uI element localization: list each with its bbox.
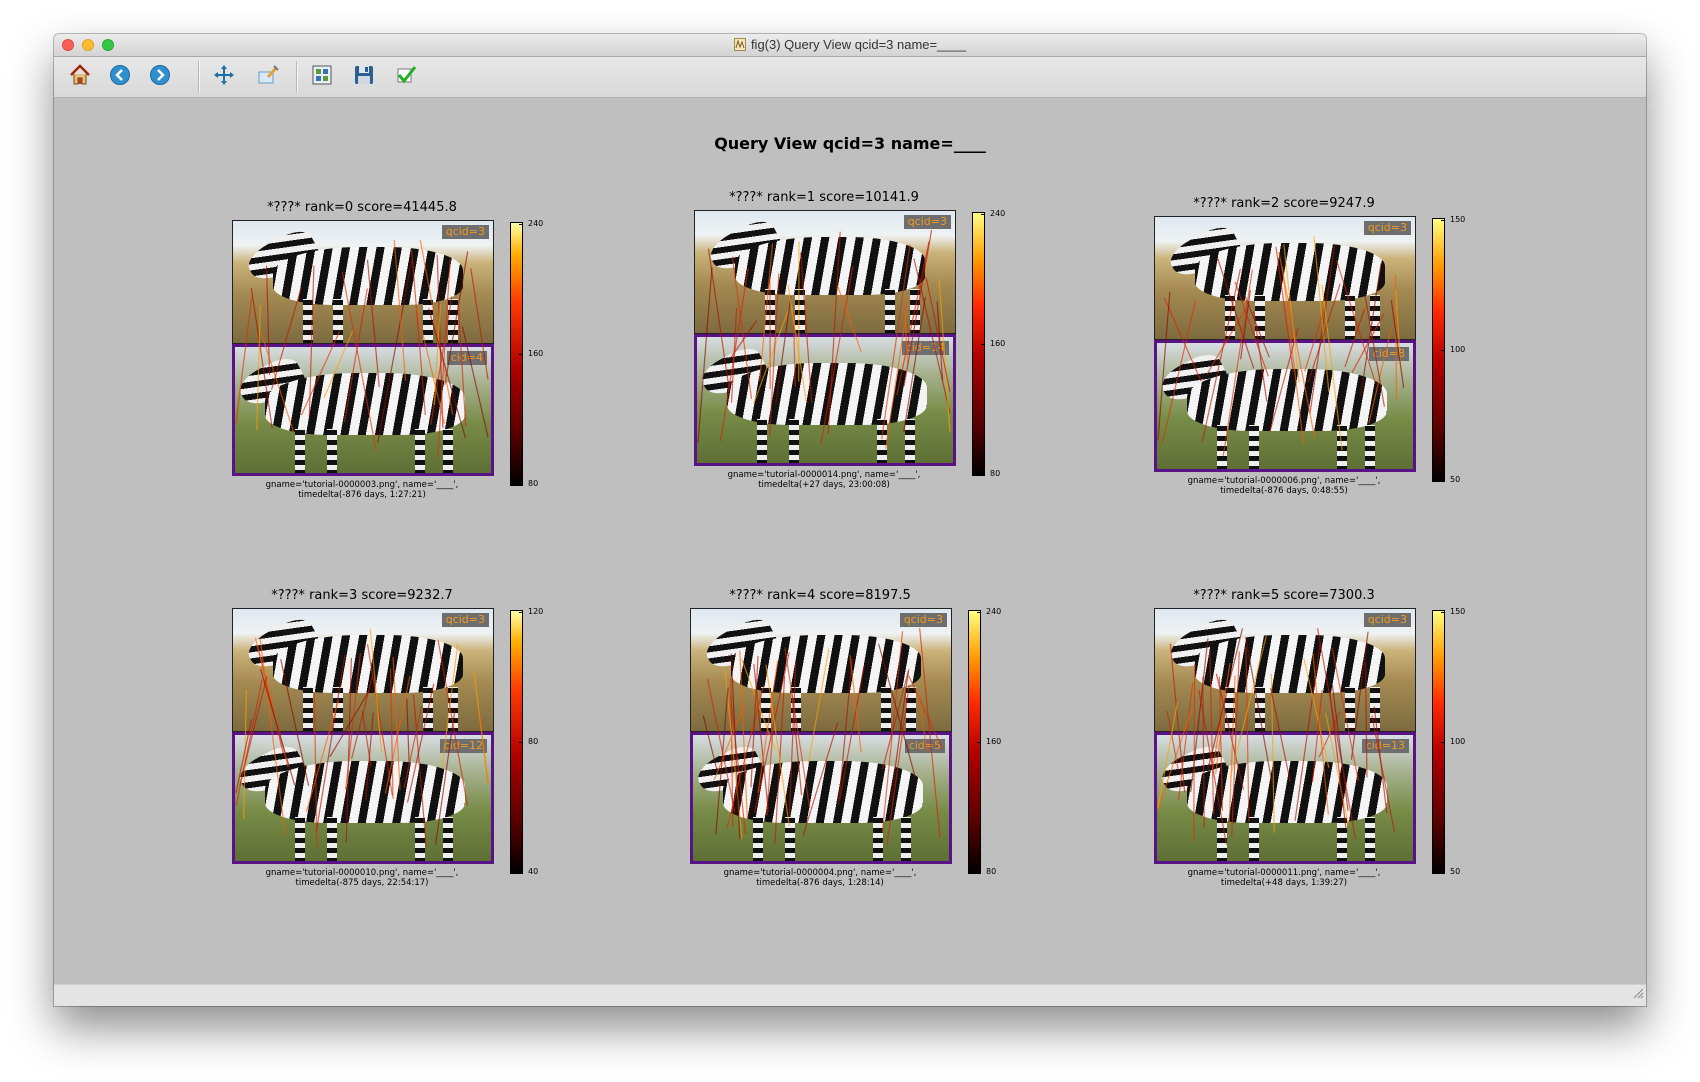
match-image: cid=14 bbox=[694, 334, 956, 466]
image-caption: gname='tutorial-0000011.png', name='____… bbox=[1187, 868, 1381, 888]
colorbar-tick-mid: 80 bbox=[528, 737, 539, 746]
match-cid-label: cid=8 bbox=[1368, 347, 1409, 361]
query-cid-label: qcid=3 bbox=[441, 613, 489, 627]
match-panel: *???* rank=1 score=10141.9 qcid=3 cid=14 gn… bbox=[674, 190, 1054, 510]
home-icon bbox=[68, 63, 92, 92]
back-arrow-icon bbox=[109, 64, 131, 91]
colorbar-tick-bottom: 50 bbox=[1450, 475, 1461, 484]
figure-window: fig(3) Query View qcid=3 name=____ Query… bbox=[54, 34, 1646, 1006]
query-cid-label: qcid=3 bbox=[441, 225, 489, 239]
figure-canvas[interactable]: Query View qcid=3 name=____ *???* rank=0… bbox=[54, 98, 1646, 985]
colorbar-tick-bottom: 80 bbox=[986, 867, 997, 876]
floppy-save-icon bbox=[352, 63, 376, 92]
colorbar-tick-top: 150 bbox=[1450, 215, 1466, 224]
colorbar-tick-mid: 100 bbox=[1450, 345, 1466, 354]
image-pair: qcid=3 cid=4 bbox=[232, 220, 494, 476]
colorbar-tick-top: 240 bbox=[986, 607, 1002, 616]
forward-button[interactable] bbox=[146, 63, 174, 91]
match-cid-label: cid=12 bbox=[439, 739, 487, 753]
checkmark-icon bbox=[394, 63, 418, 92]
match-cid-label: cid=14 bbox=[901, 341, 949, 355]
query-cid-label: qcid=3 bbox=[1363, 613, 1411, 627]
colorbar-tick-mid: 160 bbox=[528, 349, 544, 358]
image-caption: gname='tutorial-0000004.png', name='____… bbox=[723, 868, 917, 888]
query-image: qcid=3 bbox=[1154, 216, 1416, 340]
image-pair: qcid=3 cid=14 bbox=[694, 210, 956, 466]
image-caption: gname='tutorial-0000010.png', name='____… bbox=[265, 868, 459, 888]
match-panel: *???* rank=2 score=9247.9 qcid=3 cid=8 gnam… bbox=[1134, 196, 1514, 516]
match-image: cid=8 bbox=[1154, 340, 1416, 472]
panel-title: *???* rank=5 score=7300.3 bbox=[1193, 588, 1375, 603]
query-image: qcid=3 bbox=[694, 210, 956, 334]
colorbar-tick-top: 240 bbox=[528, 219, 544, 228]
colorbar-tick-mid: 100 bbox=[1450, 737, 1466, 746]
match-cid-label: cid=4 bbox=[446, 351, 487, 365]
colorbar-tick-bottom: 40 bbox=[528, 867, 539, 876]
query-cid-label: qcid=3 bbox=[903, 215, 951, 229]
match-panel: *???* rank=4 score=8197.5 qcid=3 cid=5 gnam… bbox=[670, 588, 1050, 908]
panel-title: *???* rank=3 score=9232.7 bbox=[271, 588, 453, 603]
match-panel: *???* rank=0 score=41445.8 qcid=3 cid=4 gna… bbox=[212, 200, 592, 520]
edit-axes-button[interactable] bbox=[392, 63, 420, 91]
colorbar-tick-bottom: 80 bbox=[990, 469, 1001, 478]
panel-title: *???* rank=0 score=41445.8 bbox=[267, 200, 457, 215]
app-icon bbox=[733, 37, 746, 54]
match-image: cid=12 bbox=[232, 732, 494, 864]
panel-title: *???* rank=4 score=8197.5 bbox=[729, 588, 911, 603]
back-button[interactable] bbox=[106, 63, 134, 91]
query-cid-label: qcid=3 bbox=[1363, 221, 1411, 235]
configure-subplots-icon bbox=[310, 63, 334, 92]
pan-button[interactable] bbox=[210, 63, 238, 91]
title-bar: fig(3) Query View qcid=3 name=____ bbox=[54, 34, 1646, 57]
match-cid-label: cid=5 bbox=[904, 739, 945, 753]
window-title: fig(3) Query View qcid=3 name=____ bbox=[750, 37, 967, 52]
colorbar-tick-mid: 160 bbox=[990, 339, 1006, 348]
zoom-button[interactable] bbox=[254, 63, 282, 91]
query-image: qcid=3 bbox=[232, 608, 494, 732]
match-cid-label: cid=13 bbox=[1361, 739, 1409, 753]
match-image: cid=5 bbox=[690, 732, 952, 864]
forward-arrow-icon bbox=[149, 64, 171, 91]
image-pair: qcid=3 cid=5 bbox=[690, 608, 952, 864]
match-image: cid=13 bbox=[1154, 732, 1416, 864]
figure-title: Query View qcid=3 name=____ bbox=[714, 134, 986, 153]
match-panel: *???* rank=3 score=9232.7 qcid=3 cid=12 gna… bbox=[212, 588, 592, 908]
image-pair: qcid=3 cid=8 bbox=[1154, 216, 1416, 472]
image-caption: gname='tutorial-0000006.png', name='____… bbox=[1187, 476, 1381, 496]
match-image: cid=4 bbox=[232, 344, 494, 476]
colorbar-tick-bottom: 80 bbox=[528, 479, 539, 488]
colorbar-tick-top: 150 bbox=[1450, 607, 1466, 616]
panel-title: *???* rank=2 score=9247.9 bbox=[1193, 196, 1375, 211]
status-bar bbox=[54, 984, 1646, 1006]
home-button[interactable] bbox=[66, 63, 94, 91]
image-caption: gname='tutorial-0000014.png', name='____… bbox=[727, 470, 921, 490]
colorbar-tick-top: 120 bbox=[528, 607, 544, 616]
pan-move-icon bbox=[212, 63, 236, 92]
zoom-rect-icon bbox=[256, 63, 280, 92]
image-pair: qcid=3 cid=12 bbox=[232, 608, 494, 864]
query-image: qcid=3 bbox=[1154, 608, 1416, 732]
image-caption: gname='tutorial-0000003.png', name='____… bbox=[265, 480, 459, 500]
configure-subplots-button[interactable] bbox=[308, 63, 336, 91]
colorbar-tick-top: 240 bbox=[990, 209, 1006, 218]
panel-title: *???* rank=1 score=10141.9 bbox=[729, 190, 919, 205]
save-button[interactable] bbox=[350, 63, 378, 91]
query-image: qcid=3 bbox=[232, 220, 494, 344]
colorbar-tick-mid: 160 bbox=[986, 737, 1002, 746]
colorbar-tick-bottom: 50 bbox=[1450, 867, 1461, 876]
resize-grip-icon[interactable] bbox=[1633, 986, 1644, 1004]
match-panel: *???* rank=5 score=7300.3 qcid=3 cid=13 gna… bbox=[1134, 588, 1514, 908]
image-pair: qcid=3 cid=13 bbox=[1154, 608, 1416, 864]
query-cid-label: qcid=3 bbox=[899, 613, 947, 627]
toolbar bbox=[54, 57, 1646, 98]
query-image: qcid=3 bbox=[690, 608, 952, 732]
